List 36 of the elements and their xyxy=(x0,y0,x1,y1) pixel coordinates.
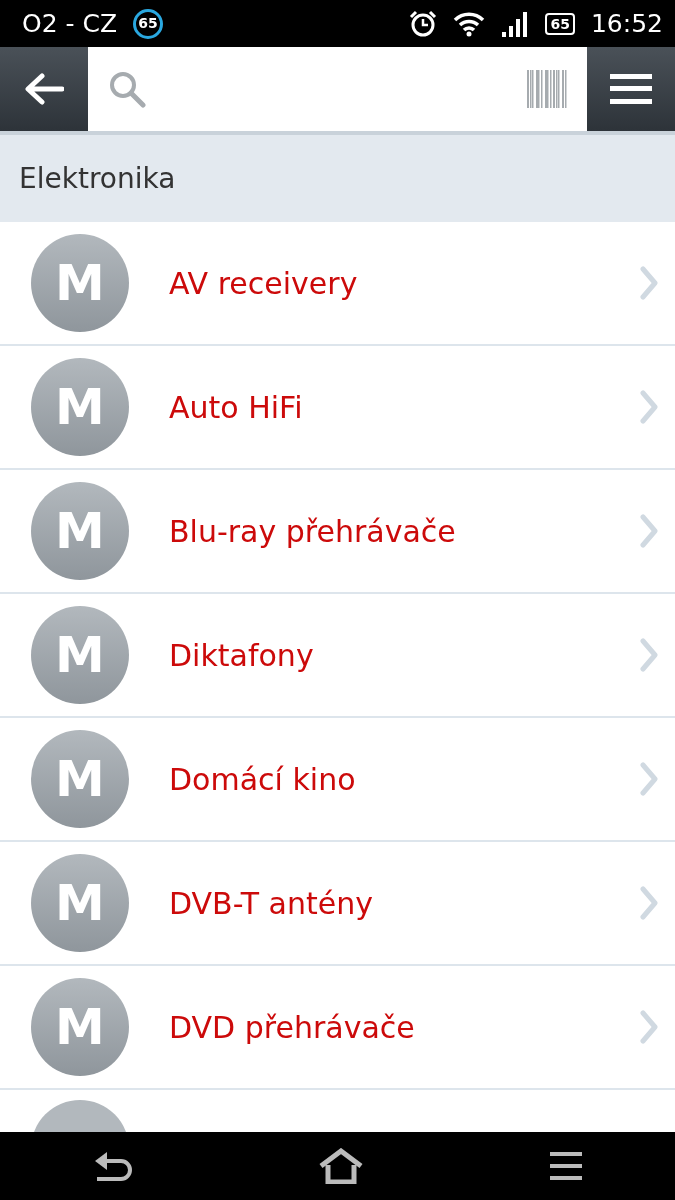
alarm-icon xyxy=(409,9,438,38)
category-label: AV receivery xyxy=(169,264,359,303)
back-arrow-icon xyxy=(24,73,64,105)
battery-indicator: 65 xyxy=(545,12,575,35)
category-label: DVD přehrávače xyxy=(169,1008,416,1047)
category-label: Auto HiFi xyxy=(169,388,304,427)
notification-badge: 65 xyxy=(133,8,164,39)
back-icon[interactable] xyxy=(93,1149,134,1183)
category-label: DVB-T antény xyxy=(169,884,374,923)
chevron-right-icon xyxy=(639,390,659,424)
chevron-right-icon xyxy=(639,1010,659,1044)
chevron-right-icon xyxy=(639,266,659,300)
brand-logo: M xyxy=(31,358,129,456)
brand-logo: M xyxy=(31,730,129,828)
brand-logo: M xyxy=(31,978,129,1076)
brand-logo: M xyxy=(31,854,129,952)
menu-icon xyxy=(610,74,652,104)
menu-icon[interactable] xyxy=(549,1152,582,1180)
search-icon xyxy=(108,70,146,108)
category-label: Blu-ray přehrávače xyxy=(169,512,457,551)
chevron-right-icon xyxy=(639,638,659,672)
search-field[interactable] xyxy=(88,47,587,131)
brand-logo: M xyxy=(31,234,129,332)
brand-logo: M xyxy=(31,606,129,704)
chevron-right-icon xyxy=(639,514,659,548)
home-icon[interactable] xyxy=(319,1148,364,1184)
chevron-right-icon xyxy=(639,762,659,796)
signal-icon xyxy=(501,10,530,37)
section-header: Elektronika xyxy=(0,131,675,222)
chevron-right-icon xyxy=(639,886,659,920)
clock: 16:52 xyxy=(590,7,663,40)
category-label: Diktafony xyxy=(169,636,315,675)
category-label: Domácí kino xyxy=(169,760,357,799)
brand-logo: M xyxy=(31,482,129,580)
wifi-icon xyxy=(453,10,486,37)
carrier-name: O2 - CZ xyxy=(22,7,118,40)
